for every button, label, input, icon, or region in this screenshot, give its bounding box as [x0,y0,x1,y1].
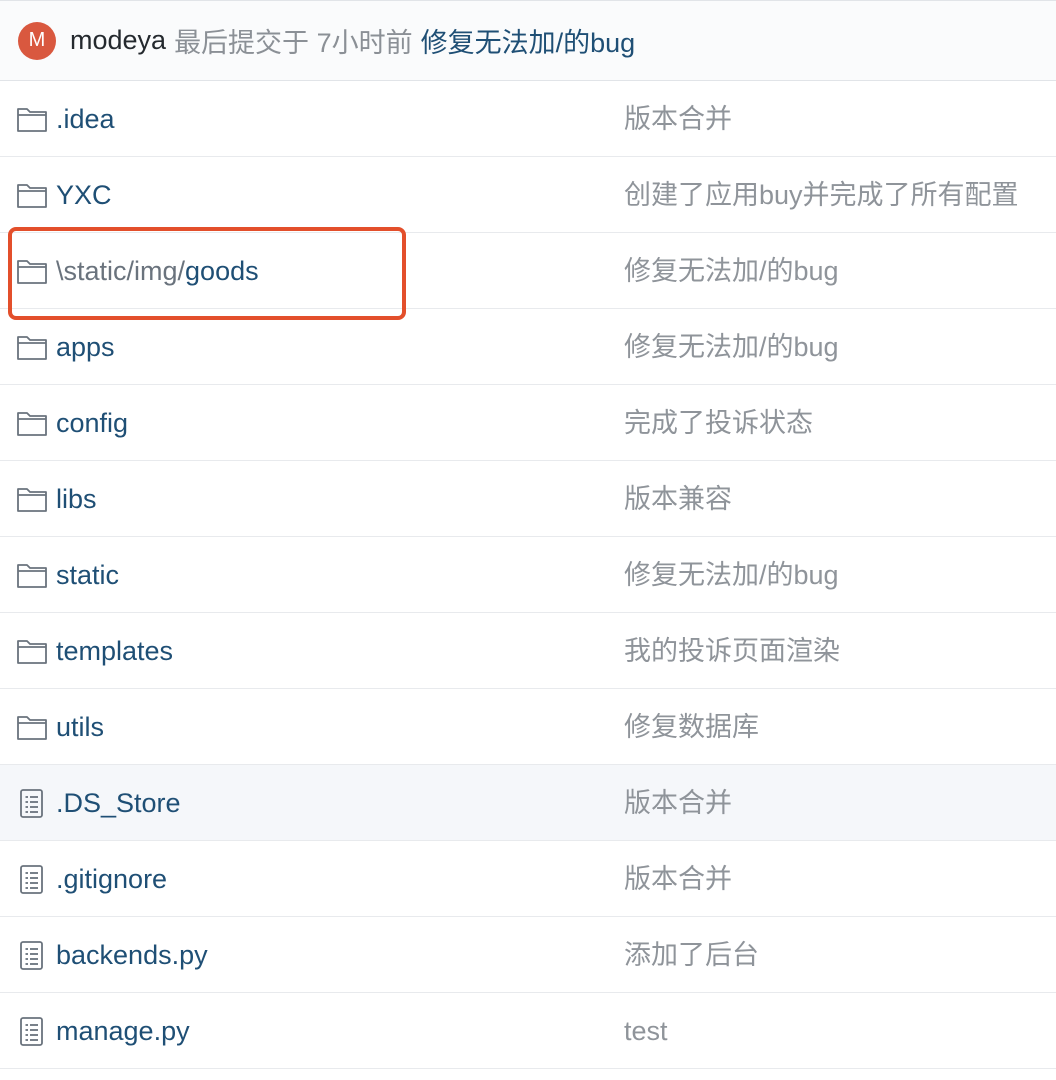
file-row[interactable]: static 修复无法加/的bug [0,537,1056,613]
commit-author[interactable]: modeya [70,25,166,56]
item-name: config [56,408,129,438]
file-row[interactable]: templates 我的投诉页面渲染 [0,613,1056,689]
item-name: libs [56,484,97,514]
file-row[interactable]: \static/img/goods 修复无法加/的bug [0,233,1056,309]
file-name-link[interactable]: .DS_Store [56,765,181,841]
folder-icon [16,407,48,439]
file-row[interactable]: .gitignore 版本合并 [0,841,1056,917]
last-commit-message[interactable]: 版本兼容 [624,461,732,537]
folder-icon [16,635,48,667]
item-name: templates [56,636,174,666]
folder-icon [16,483,48,515]
file-row[interactable]: .idea 版本合并 [0,81,1056,157]
file-icon [16,939,48,971]
folder-name-link[interactable]: .idea [56,81,115,157]
item-name: utils [56,712,105,742]
folder-name-link[interactable]: templates [56,613,173,689]
last-commit-message[interactable]: 修复无法加/的bug [624,233,839,309]
folder-icon [16,711,48,743]
commit-meta: 最后提交于 7小时前 [174,28,413,58]
folder-icon [16,255,48,287]
item-name: .idea [56,104,115,134]
file-row[interactable]: YXC 创建了应用buy并完成了所有配置 [0,157,1056,233]
file-name-link[interactable]: manage.py [56,993,190,1069]
last-commit-message[interactable]: 修复无法加/的bug [624,309,839,385]
last-commit-message[interactable]: 版本合并 [624,81,732,157]
file-row[interactable]: config 完成了投诉状态 [0,385,1056,461]
folder-name-link[interactable]: YXC [56,157,112,233]
last-commit-message[interactable]: 我的投诉页面渲染 [624,613,840,689]
item-name: YXC [56,180,112,210]
folder-icon [16,179,48,211]
folder-icon [16,103,48,135]
file-row[interactable]: utils 修复数据库 [0,689,1056,765]
folder-name-link[interactable]: apps [56,309,115,385]
file-row[interactable]: .DS_Store 版本合并 [0,765,1056,841]
folder-name-link[interactable]: config [56,385,128,461]
file-icon [16,787,48,819]
file-row[interactable]: libs 版本兼容 [0,461,1056,537]
folder-name-link[interactable]: static [56,537,119,613]
last-commit-message[interactable]: 添加了后台 [624,917,759,993]
file-name-link[interactable]: backends.py [56,917,208,993]
file-row[interactable]: backends.py 添加了后台 [0,917,1056,993]
latest-commit-bar: M modeya 最后提交于 7小时前 修复无法加/的bug [0,1,1056,81]
last-commit-message[interactable]: 修复无法加/的bug [624,537,839,613]
last-commit-message[interactable]: 完成了投诉状态 [624,385,813,461]
folder-name-link[interactable]: libs [56,461,97,537]
last-commit-message[interactable]: test [624,993,668,1069]
folder-icon [16,331,48,363]
file-name-link[interactable]: .gitignore [56,841,167,917]
avatar[interactable]: M [18,21,56,60]
last-commit-message[interactable]: 版本合并 [624,841,732,917]
file-row[interactable]: manage.py test [0,993,1056,1069]
item-name: apps [56,332,115,362]
file-icon [16,1015,48,1047]
path-prefix: \static/img/ [56,256,186,286]
file-row[interactable]: apps 修复无法加/的bug [0,309,1056,385]
item-name: manage.py [56,1016,190,1046]
item-name: .DS_Store [56,788,181,818]
last-commit-message[interactable]: 创建了应用buy并完成了所有配置 [624,157,1019,233]
file-list: .idea 版本合并 YXC 创建了应用buy并完成了所有配置 \static/im… [0,81,1056,1069]
last-commit-message[interactable]: 版本合并 [624,765,732,841]
folder-name-link[interactable]: utils [56,689,104,765]
commit-message-link[interactable]: 修复无法加/的bug [421,21,636,60]
repo-file-table: M modeya 最后提交于 7小时前 修复无法加/的bug .idea 版本合并… [0,0,1056,1080]
last-commit-message[interactable]: 修复数据库 [624,689,759,765]
item-name: goods [185,256,259,286]
file-icon [16,863,48,895]
folder-icon [16,559,48,591]
item-name: backends.py [56,940,208,970]
item-name: static [56,560,120,590]
folder-name-link[interactable]: \static/img/goods [56,233,259,309]
item-name: .gitignore [56,864,168,894]
